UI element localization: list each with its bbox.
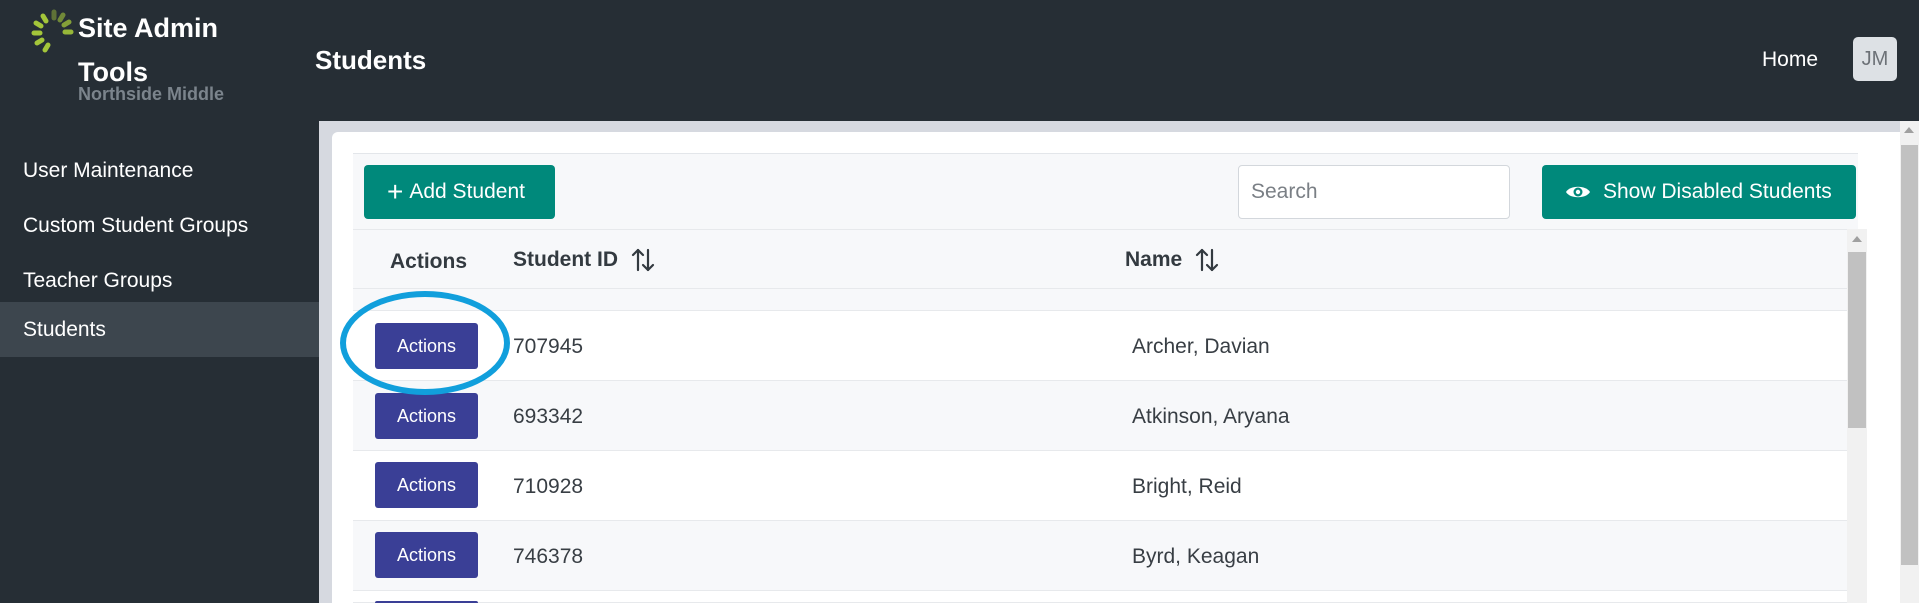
student-name-cell: Archer, Davian: [1132, 335, 1270, 358]
eye-icon: [1566, 186, 1590, 198]
filter-row: [353, 289, 1847, 311]
show-disabled-label: Show Disabled Students: [1603, 180, 1832, 203]
sort-arrows-icon[interactable]: [1194, 246, 1220, 274]
add-student-button[interactable]: + Add Student: [364, 165, 555, 219]
page-scrollbar-thumb[interactable]: [1901, 145, 1918, 565]
show-disabled-students-button[interactable]: Show Disabled Students: [1542, 165, 1856, 219]
page-scroll-up-arrow-icon[interactable]: [1904, 127, 1914, 133]
student-id-cell: 693342: [513, 405, 584, 428]
table-row: Actions 693342 Atkinson, Aryana: [353, 381, 1847, 451]
student-id-cell: 707945: [513, 335, 584, 358]
student-id-header-label: Student ID: [513, 248, 618, 271]
table-scrollbar-thumb[interactable]: [1848, 252, 1866, 428]
column-header-student-id[interactable]: Student ID: [513, 246, 656, 274]
sidebar-item-teacher-groups[interactable]: Teacher Groups: [0, 253, 319, 308]
page-title: Students: [315, 45, 427, 75]
table-row: [353, 591, 1847, 603]
plus-icon: +: [387, 176, 404, 207]
search-input[interactable]: [1238, 165, 1510, 219]
actions-button[interactable]: Actions: [375, 532, 478, 578]
name-header-label: Name: [1125, 248, 1183, 271]
top-header: [0, 0, 1919, 121]
table-header: Actions Student ID Name: [353, 229, 1847, 289]
brand-title: Site Admin Tools: [78, 13, 219, 87]
sort-arrows-icon[interactable]: [630, 246, 656, 274]
table-row: Actions 746378 Byrd, Keagan: [353, 521, 1847, 591]
student-id-cell: 746378: [513, 545, 584, 568]
avatar[interactable]: JM: [1853, 37, 1897, 81]
student-id-cell: 710928: [513, 475, 584, 498]
sidebar-item-user-maintenance[interactable]: User Maintenance: [0, 143, 319, 198]
school-name: Northside Middle: [78, 84, 225, 104]
sidebar-item-custom-student-groups[interactable]: Custom Student Groups: [0, 198, 319, 253]
actions-button[interactable]: Actions: [375, 393, 478, 439]
highlight-circle: [340, 291, 510, 395]
student-name-cell: Byrd, Keagan: [1132, 545, 1260, 568]
table-row: Actions 710928 Bright, Reid: [353, 451, 1847, 521]
scroll-up-arrow-icon[interactable]: [1852, 236, 1862, 242]
student-name-cell: Bright, Reid: [1132, 475, 1242, 498]
home-link[interactable]: Home: [1762, 48, 1818, 72]
sidebar-item-students[interactable]: Students: [0, 302, 319, 357]
table-row: Actions 707945 Archer, Davian: [353, 311, 1847, 381]
column-header-name[interactable]: Name: [1125, 246, 1220, 274]
student-name-cell: Atkinson, Aryana: [1132, 405, 1290, 428]
sidebar: User Maintenance Custom Student Groups T…: [0, 121, 319, 603]
spinner-logo-icon: [31, 9, 74, 53]
column-header-actions: Actions: [390, 250, 468, 273]
actions-button[interactable]: Actions: [375, 462, 478, 508]
add-student-label: Add Student: [409, 180, 525, 203]
